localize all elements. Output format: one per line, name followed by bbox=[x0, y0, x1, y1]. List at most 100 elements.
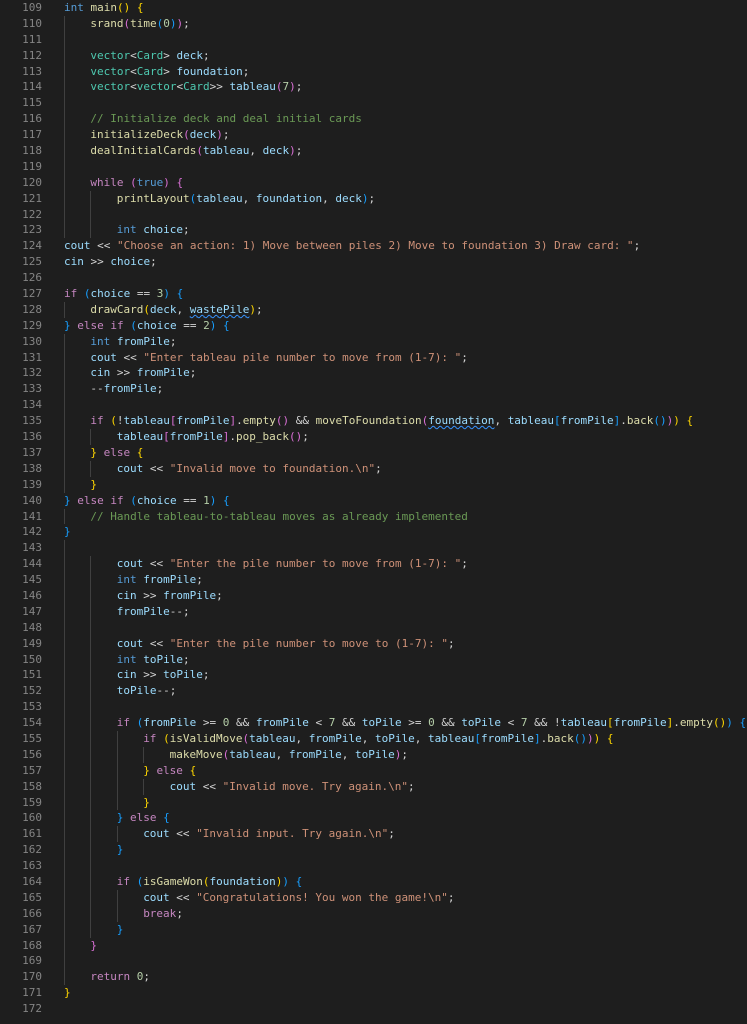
line-number: 121 bbox=[22, 191, 42, 205]
code-line[interactable]: 135 if (!tableau[fromPile].empty() && mov… bbox=[0, 413, 747, 430]
code-line[interactable]: 144 cout << "Enter the pile number to mov… bbox=[0, 556, 747, 573]
code-line[interactable]: 160} else { bbox=[0, 810, 747, 827]
code-token: () bbox=[573, 731, 587, 745]
code-line[interactable]: 165 cout << "Congratulations! You won the… bbox=[0, 889, 747, 906]
code-line[interactable]: 145 int fromPile; bbox=[0, 572, 747, 588]
code-token: moveToFoundation bbox=[315, 414, 422, 428]
code-line[interactable]: 168} bbox=[0, 937, 747, 954]
code-text: if (fromPile >= 0 && fromPile < 7 && toP… bbox=[117, 715, 746, 731]
code-line[interactable]: 130 int fromPile; bbox=[0, 333, 747, 350]
code-token: return bbox=[90, 970, 131, 984]
code-line[interactable]: 131 cout << "Enter tableau pile number to… bbox=[0, 349, 747, 366]
code-line[interactable]: 112 vector<Card> deck; bbox=[0, 47, 747, 64]
line-number: 172 bbox=[22, 1002, 42, 1016]
code-line[interactable]: 152 toPile--; bbox=[0, 683, 747, 700]
code-token: empty bbox=[242, 414, 276, 428]
code-line[interactable]: 164 if (isGameWon(foundation)) { bbox=[0, 873, 747, 890]
code-line[interactable]: 137} else { bbox=[0, 444, 747, 461]
code-line[interactable]: 156 makeMove(tableau, fromPile, toPile); bbox=[0, 746, 747, 763]
line-number: 171 bbox=[22, 986, 42, 1000]
line-number: 153 bbox=[22, 700, 42, 714]
code-line[interactable]: 136 tableau[fromPile].pop_back(); bbox=[0, 429, 747, 445]
code-line[interactable]: 159} bbox=[0, 794, 747, 811]
code-line[interactable]: 166 break; bbox=[0, 905, 747, 922]
code-token: () bbox=[117, 1, 131, 14]
indent-guide bbox=[64, 206, 65, 223]
code-token: < bbox=[130, 64, 137, 78]
code-line[interactable]: 127 if (choice == 3) { bbox=[0, 286, 747, 302]
code-token: { bbox=[295, 874, 303, 888]
code-line[interactable]: 161 cout << "Invalid input. Try again.\n"… bbox=[0, 826, 747, 843]
code-line[interactable]: 139} bbox=[0, 476, 747, 493]
code-line[interactable]: 118 dealInitialCards(tableau, deck); bbox=[0, 143, 747, 159]
code-token: else bbox=[156, 763, 183, 777]
code-line[interactable]: 113 vector<Card> foundation; bbox=[0, 63, 747, 80]
code-line[interactable]: 147 fromPile--; bbox=[0, 603, 747, 620]
code-line[interactable]: 162} bbox=[0, 842, 747, 859]
code-line[interactable]: 143 bbox=[0, 540, 747, 557]
code-line[interactable]: 110 srand(time(0)); bbox=[0, 15, 747, 32]
indent-guide bbox=[64, 858, 65, 874]
code-line[interactable]: 133 --fromPile; bbox=[0, 381, 747, 398]
indent-guide bbox=[64, 683, 65, 700]
line-number: 168 bbox=[22, 938, 42, 952]
code-line[interactable]: 149 cout << "Enter the pile number to mov… bbox=[0, 635, 747, 652]
code-line[interactable]: 138 cout << "Invalid move to foundation.\… bbox=[0, 460, 747, 477]
code-token: dealInitialCards bbox=[90, 144, 197, 158]
code-line[interactable]: 128 drawCard(deck, wastePile); bbox=[0, 301, 747, 318]
code-line[interactable]: 154 if (fromPile >= 0 && fromPile < 7 && … bbox=[0, 715, 747, 731]
code-token: ; bbox=[295, 80, 303, 94]
code-line[interactable]: 151 cin >> toPile; bbox=[0, 667, 747, 684]
code-line[interactable]: 155 if (isValidMove(tableau, fromPile, to… bbox=[0, 730, 747, 747]
code-line[interactable]: 121 printLayout(tableau, foundation, deck… bbox=[0, 190, 747, 207]
code-token: if bbox=[143, 731, 157, 745]
code-token: , bbox=[249, 144, 263, 158]
code-line[interactable]: 146 cin >> fromPile; bbox=[0, 587, 747, 604]
code-line[interactable]: 171} bbox=[0, 985, 747, 1001]
code-editor[interactable]: 109 int main() {110 srand(time(0)); 111 112 v… bbox=[0, 0, 747, 1024]
code-line[interactable]: 123 int choice; bbox=[0, 222, 747, 239]
code-text: cout << "Invalid input. Try again.\n"; bbox=[143, 826, 395, 842]
code-token: . bbox=[620, 414, 627, 428]
code-line[interactable]: 114 vector<vector<Card>> tableau(7); bbox=[0, 79, 747, 96]
code-line[interactable]: 140} else if (choice == 1) { bbox=[0, 493, 747, 509]
code-line[interactable]: 125 cin >> choice; bbox=[0, 254, 747, 270]
indent-guide bbox=[64, 429, 65, 445]
code-token: [ bbox=[554, 414, 561, 428]
code-line[interactable]: 124 cout << "Choose an action: 1) Move be… bbox=[0, 238, 747, 254]
code-line[interactable]: 170 return 0; bbox=[0, 969, 747, 986]
code-token: toPile bbox=[361, 716, 402, 730]
code-line[interactable]: 109 int main() { bbox=[0, 0, 747, 16]
code-line[interactable]: 157} else { bbox=[0, 762, 747, 779]
code-line[interactable]: 148 bbox=[0, 619, 747, 636]
code-line[interactable]: 132 cin >> fromPile; bbox=[0, 365, 747, 382]
code-line[interactable]: 111 bbox=[0, 31, 747, 48]
code-line[interactable]: 126 bbox=[0, 270, 747, 286]
indent-guide bbox=[64, 47, 65, 64]
indent-guide bbox=[64, 15, 65, 32]
code-line[interactable]: 141 // Handle tableau-to-tableau moves as… bbox=[0, 508, 747, 525]
code-line[interactable]: 142} bbox=[0, 524, 747, 540]
code-line[interactable]: 134 bbox=[0, 397, 747, 414]
code-line[interactable]: 163 bbox=[0, 858, 747, 874]
code-line[interactable]: 122 bbox=[0, 206, 747, 223]
indent-guide bbox=[90, 222, 92, 239]
code-line[interactable]: 117 initializeDeck(deck); bbox=[0, 127, 747, 144]
code-line[interactable]: 167} bbox=[0, 921, 747, 938]
code-text: srand(time(0)); bbox=[90, 16, 189, 32]
code-token: { bbox=[136, 1, 144, 14]
code-line[interactable]: 120 while (true) { bbox=[0, 174, 747, 191]
code-line[interactable]: 119 bbox=[0, 158, 747, 175]
code-line[interactable]: 116 // Initialize deck and deal initial c… bbox=[0, 111, 747, 128]
code-line[interactable]: 172 bbox=[0, 1001, 747, 1017]
indent-guide bbox=[90, 667, 92, 684]
code-line[interactable]: 150 int toPile; bbox=[0, 651, 747, 668]
code-token: ) bbox=[163, 287, 170, 301]
code-line[interactable]: 158 cout << "Invalid move. Try again.\n"; bbox=[0, 778, 747, 795]
code-token: { bbox=[176, 175, 184, 189]
code-line[interactable]: 115 bbox=[0, 95, 747, 112]
code-line[interactable]: 169 bbox=[0, 953, 747, 970]
code-line[interactable]: 153 bbox=[0, 699, 747, 716]
code-line[interactable]: 129} else if (choice == 2) { bbox=[0, 318, 747, 334]
